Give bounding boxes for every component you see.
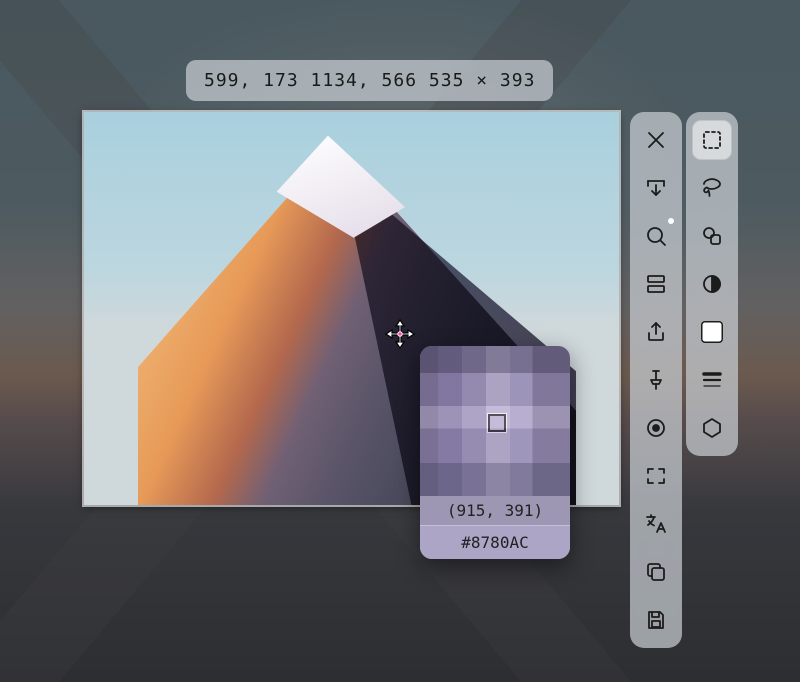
contrast-icon [700,272,724,296]
hexagon-icon [700,416,724,440]
split-button[interactable] [636,264,676,304]
share-icon [644,320,668,344]
record-button[interactable] [636,408,676,448]
copy-icon [644,560,668,584]
magnifier-color-value: #8780AC [420,525,570,559]
fill-color-button[interactable] [692,312,732,352]
lasso-icon [700,176,724,200]
color-picker-magnifier[interactable]: (915, 391) #8780AC [420,346,570,559]
magnifier-coordinates: (915, 391) [420,496,570,525]
scroll-capture-button[interactable] [636,168,676,208]
translate-button[interactable] [636,504,676,544]
magnifier-reticle-icon [488,414,506,432]
lasso-tool-button[interactable] [692,168,732,208]
marquee-icon [700,128,724,152]
line-style-icon [700,368,724,392]
search-button[interactable] [636,216,676,256]
split-icon [644,272,668,296]
scroll-capture-icon [644,176,668,200]
main-toolbar [630,112,682,648]
save-button[interactable] [636,600,676,640]
record-icon [644,416,668,440]
pin-icon [644,368,668,392]
shapes-tool-button[interactable] [692,216,732,256]
copy-button[interactable] [636,552,676,592]
shapes-icon [700,224,724,248]
close-icon [644,128,668,152]
share-button[interactable] [636,312,676,352]
magnifier-zoom [420,346,570,496]
translate-icon [644,512,668,536]
marquee-tool-button[interactable] [692,120,732,160]
polygon-tool-button[interactable] [692,408,732,448]
line-style-button[interactable] [692,360,732,400]
annotation-toolbar [686,112,738,456]
fullscreen-button[interactable] [636,456,676,496]
contrast-tool-button[interactable] [692,264,732,304]
selection-info-pill: 599, 173 1134, 566 535 × 393 [186,60,553,101]
pin-button[interactable] [636,360,676,400]
fill-color-chip-icon [701,321,723,343]
close-button[interactable] [636,120,676,160]
fullscreen-icon [644,464,668,488]
save-icon [644,608,668,632]
search-icon [644,224,668,248]
